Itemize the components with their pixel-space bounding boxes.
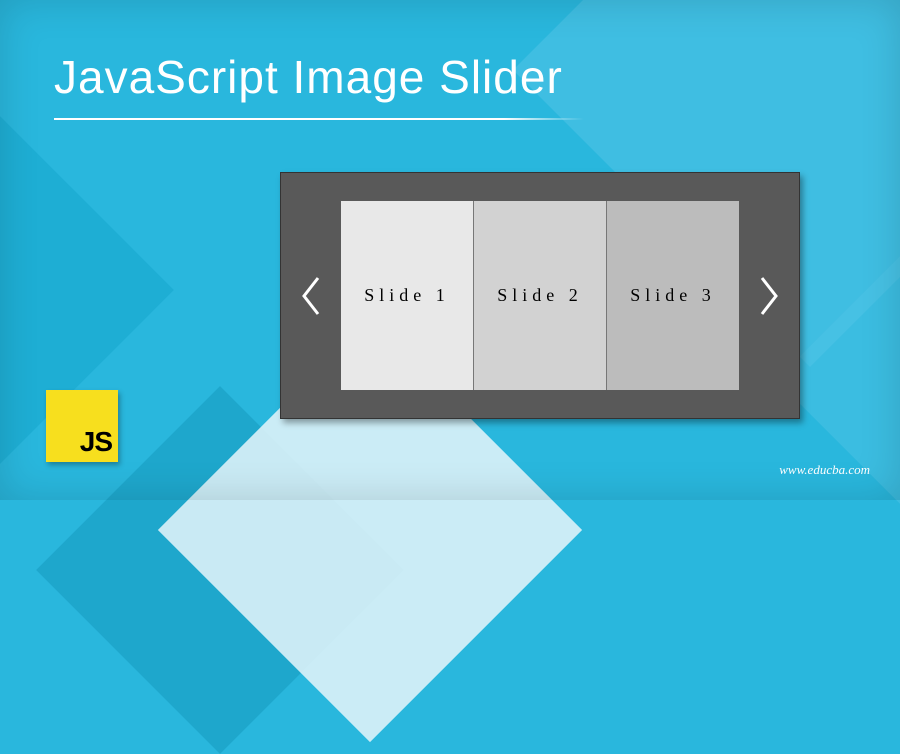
slide-label: Slide 2 xyxy=(497,285,583,306)
slide-1[interactable]: Slide 1 xyxy=(341,201,474,390)
js-logo-text: JS xyxy=(80,426,112,458)
slide-2[interactable]: Slide 2 xyxy=(474,201,607,390)
js-logo: JS xyxy=(46,390,118,462)
page-title: JavaScript Image Slider xyxy=(54,50,584,104)
slider-track: Slide 1 Slide 2 Slide 3 xyxy=(341,201,739,390)
site-url: www.educba.com xyxy=(779,462,870,478)
chevron-left-icon xyxy=(298,274,324,318)
slide-label: Slide 3 xyxy=(630,285,716,306)
slide-label: Slide 1 xyxy=(364,285,450,306)
slider-next-button[interactable] xyxy=(756,274,782,318)
slide-3[interactable]: Slide 3 xyxy=(607,201,739,390)
chevron-right-icon xyxy=(756,274,782,318)
slider-prev-button[interactable] xyxy=(298,274,324,318)
title-block: JavaScript Image Slider xyxy=(54,50,584,120)
image-slider: Slide 1 Slide 2 Slide 3 xyxy=(280,172,800,419)
title-underline xyxy=(54,118,584,120)
